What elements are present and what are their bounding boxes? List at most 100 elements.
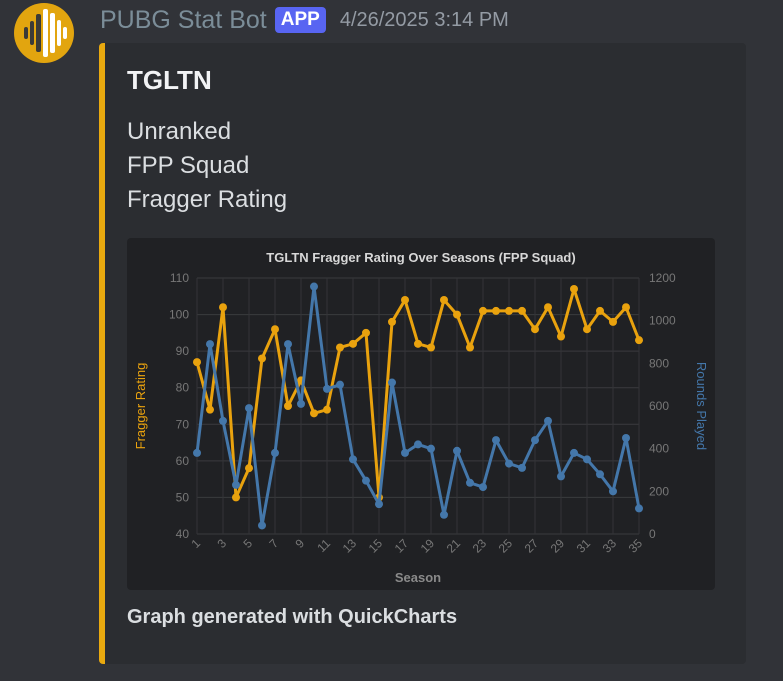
data-point: [505, 306, 513, 315]
x-tick-label: 13: [340, 536, 360, 556]
data-point: [206, 340, 214, 349]
data-point: [518, 306, 526, 315]
data-point: [375, 500, 383, 509]
x-tick-label: 19: [418, 536, 438, 556]
x-tick-label: 23: [470, 536, 490, 556]
series-line: [195, 285, 641, 527]
y-left-tick-label: 100: [169, 308, 189, 322]
y-right-tick-label: 0: [649, 527, 656, 541]
chart-title: TGLTN Fragger Rating Over Seasons (FPP S…: [266, 250, 575, 265]
data-point: [414, 440, 422, 449]
data-point: [323, 384, 331, 393]
username[interactable]: PUBG Stat Bot: [100, 6, 267, 35]
data-point: [271, 325, 279, 334]
data-point: [557, 472, 565, 481]
embed-description: Unranked FPP Squad Fragger Rating: [127, 115, 287, 217]
data-point: [362, 328, 370, 337]
data-point: [427, 444, 435, 453]
data-point: [609, 317, 617, 326]
data-point: [310, 282, 318, 291]
data-point: [557, 332, 565, 341]
data-point: [310, 409, 318, 418]
soundwave-icon: [24, 9, 67, 57]
y-left-axis-label: Fragger Rating: [133, 363, 148, 450]
data-point: [323, 405, 331, 414]
x-tick-label: 9: [292, 536, 307, 551]
fragger-rating-chart: TGLTN Fragger Rating Over Seasons (FPP S…: [133, 250, 709, 585]
data-point: [453, 446, 461, 455]
y-left-tick-label: 60: [176, 454, 190, 468]
data-point: [219, 416, 227, 425]
data-point: [414, 339, 422, 348]
data-point: [388, 317, 396, 326]
data-point: [219, 303, 227, 312]
data-point: [401, 295, 409, 304]
series-line: [195, 287, 641, 499]
x-axis-label: Season: [395, 570, 441, 585]
data-point: [544, 303, 552, 312]
x-tick-label: 35: [626, 536, 646, 556]
data-point: [583, 455, 591, 464]
data-point: [232, 493, 240, 502]
x-tick-label: 3: [214, 536, 229, 551]
y-right-tick-label: 600: [649, 399, 669, 413]
data-point: [466, 343, 474, 352]
data-point: [245, 464, 253, 473]
data-point: [622, 434, 630, 442]
data-point: [440, 295, 448, 304]
data-point: [427, 343, 435, 352]
y-right-axis-label: Rounds Played: [694, 362, 709, 450]
data-point: [518, 463, 526, 472]
data-point: [297, 399, 305, 408]
data-point: [492, 306, 500, 315]
x-tick-label: 15: [366, 536, 386, 556]
data-point: [531, 325, 539, 334]
data-point: [388, 378, 396, 387]
series-fragger-rating: [193, 284, 643, 502]
data-point: [570, 448, 578, 457]
data-point: [622, 303, 630, 312]
x-tick-label: 21: [444, 536, 464, 556]
x-tick-label: 17: [392, 536, 412, 556]
data-point: [349, 339, 357, 348]
x-tick-label: 25: [496, 536, 516, 556]
x-tick-label: 31: [574, 536, 594, 556]
bot-avatar[interactable]: [14, 3, 74, 63]
data-point: [401, 448, 409, 457]
embed-card: TGLTN Unranked FPP Squad Fragger Rating …: [99, 43, 746, 664]
x-tick-label: 5: [240, 536, 255, 551]
data-point: [362, 476, 370, 485]
data-point: [258, 521, 266, 530]
data-point: [492, 436, 500, 445]
x-tick-label: 7: [266, 536, 281, 551]
embed-footer: Graph generated with QuickCharts: [127, 606, 458, 628]
y-left-tick-label: 110: [170, 271, 189, 285]
y-left-tick-label: 80: [176, 381, 190, 395]
series-rounds-played: [193, 282, 643, 530]
data-point: [440, 510, 448, 519]
data-point: [193, 448, 201, 457]
message-header: PUBG Stat Bot APP 4/26/2025 3:14 PM: [100, 4, 509, 36]
data-point: [596, 306, 604, 315]
data-point: [453, 310, 461, 319]
x-tick-label: 33: [600, 536, 620, 556]
data-point: [466, 478, 474, 487]
timestamp[interactable]: 4/26/2025 3:14 PM: [340, 9, 509, 32]
data-point: [583, 325, 591, 334]
data-point: [349, 455, 357, 464]
data-point: [336, 380, 344, 389]
data-point: [479, 306, 487, 315]
app-badge: APP: [274, 7, 326, 33]
data-point: [505, 459, 513, 468]
embed-line-metric: Fragger Rating: [127, 186, 288, 213]
data-point: [336, 343, 344, 352]
y-right-tick-label: 400: [649, 442, 669, 456]
x-tick-label: 11: [314, 536, 333, 555]
chart-image[interactable]: TGLTN Fragger Rating Over Seasons (FPP S…: [127, 238, 715, 590]
data-point: [258, 354, 266, 363]
y-left-tick-label: 40: [176, 527, 190, 541]
data-point: [570, 284, 578, 293]
data-point: [284, 402, 292, 410]
data-point: [635, 336, 643, 345]
data-point: [544, 416, 552, 425]
